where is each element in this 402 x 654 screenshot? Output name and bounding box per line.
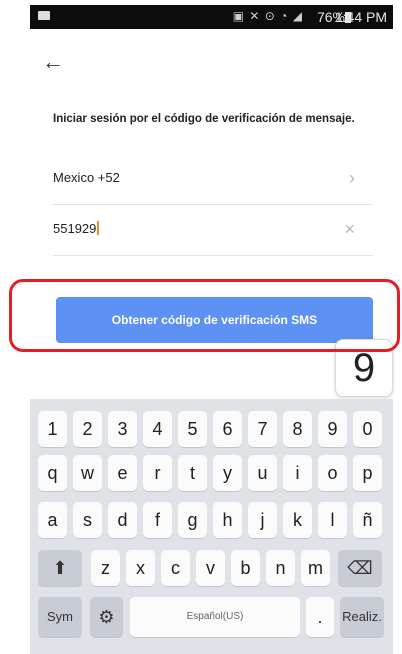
key-6[interactable]: 6 — [213, 411, 242, 447]
keyboard: 1 2 3 4 5 6 7 8 9 0 q w e r t y u i o p … — [30, 399, 393, 654]
key-k[interactable]: k — [283, 502, 312, 538]
status-bar: ▣ ✕ ⊙ ◔ ◢ 76% 1:44 PM — [30, 5, 393, 29]
clock: 1:44 PM — [334, 9, 387, 25]
key-c[interactable]: c — [161, 550, 190, 586]
key-n[interactable]: n — [266, 550, 295, 586]
key-h[interactable]: h — [213, 502, 242, 538]
key-7[interactable]: 7 — [248, 411, 277, 447]
key-2[interactable]: 2 — [73, 411, 102, 447]
sym-key[interactable]: Sym — [38, 597, 82, 637]
text-cursor — [97, 221, 100, 235]
phone-field[interactable]: 551929 × — [53, 207, 373, 256]
shift-icon: ⬆ — [52, 558, 68, 578]
key-w[interactable]: w — [73, 455, 102, 491]
key-a[interactable]: a — [38, 502, 67, 538]
key-g[interactable]: g — [178, 502, 207, 538]
key-u[interactable]: u — [248, 455, 277, 491]
gear-icon: ⚙ — [98, 607, 115, 627]
key-r[interactable]: r — [143, 455, 172, 491]
key-j[interactable]: j — [248, 502, 277, 538]
key-3[interactable]: 3 — [108, 411, 137, 447]
key-z[interactable]: z — [91, 550, 120, 586]
shift-key[interactable]: ⬆ — [38, 550, 82, 586]
key-m[interactable]: m — [301, 550, 330, 586]
phone-value: 551929 — [53, 221, 97, 236]
key-q[interactable]: q — [38, 455, 67, 491]
backspace-key[interactable]: ⌫ — [338, 550, 382, 586]
key-x[interactable]: x — [126, 550, 155, 586]
key-4[interactable]: 4 — [143, 411, 172, 447]
key-n-tilde[interactable]: ñ — [353, 502, 382, 538]
key-f[interactable]: f — [143, 502, 172, 538]
backspace-icon: ⌫ — [347, 558, 373, 578]
phone-input[interactable]: 551929 — [53, 221, 100, 236]
key-0[interactable]: 0 — [353, 411, 382, 447]
period-key[interactable]: . — [306, 597, 334, 637]
enter-key[interactable]: Realiz. — [340, 597, 384, 637]
instruction-text: Iniciar sesión por el código de verifica… — [53, 113, 355, 125]
key-i[interactable]: i — [283, 455, 312, 491]
key-l[interactable]: l — [318, 502, 347, 538]
key-p[interactable]: p — [353, 455, 382, 491]
key-e[interactable]: e — [108, 455, 137, 491]
key-t[interactable]: t — [178, 455, 207, 491]
chevron-right-icon: › — [349, 168, 355, 188]
space-key[interactable]: Español(US) — [130, 597, 300, 637]
key-5[interactable]: 5 — [178, 411, 207, 447]
key-9[interactable]: 9 — [318, 411, 347, 447]
key-o[interactable]: o — [318, 455, 347, 491]
country-value: Mexico +52 — [53, 170, 120, 185]
key-b[interactable]: b — [231, 550, 260, 586]
status-icons: ▣ ✕ ⊙ ◔ ◢ — [232, 9, 303, 23]
country-selector[interactable]: Mexico +52 › — [53, 156, 373, 205]
highlight-box — [9, 279, 400, 352]
key-y[interactable]: y — [213, 455, 242, 491]
back-arrow-icon[interactable]: ← — [42, 50, 66, 74]
key-v[interactable]: v — [196, 550, 225, 586]
key-d[interactable]: d — [108, 502, 137, 538]
key-1[interactable]: 1 — [38, 411, 67, 447]
key-8[interactable]: 8 — [283, 411, 312, 447]
settings-key[interactable]: ⚙ — [90, 597, 123, 637]
key-s[interactable]: s — [73, 502, 102, 538]
notification-icon — [38, 11, 50, 20]
clear-icon[interactable]: × — [344, 219, 355, 240]
